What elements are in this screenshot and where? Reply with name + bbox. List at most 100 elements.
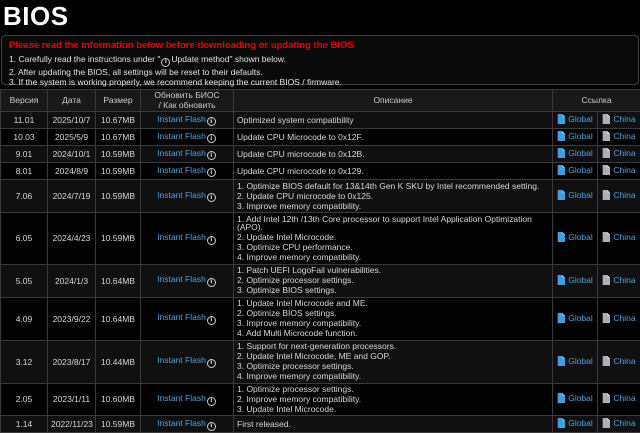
notice-line-2: 2. After updating the BIOS, all settings… <box>9 67 631 77</box>
global-download-link[interactable]: Global <box>557 114 593 124</box>
description-line: 3. Update Intel Microcode. <box>237 404 549 414</box>
global-download-link[interactable]: Global <box>557 190 593 200</box>
info-icon[interactable]: i <box>207 422 216 431</box>
global-download-link[interactable]: Global <box>557 356 593 366</box>
description-line: First released. <box>237 419 549 429</box>
description-cell: Update CPU microcode to 0x12B. <box>234 146 553 163</box>
table-row: 4.09 2023/9/22 10.64MB Instant Flashi 1.… <box>1 297 640 340</box>
china-download-link[interactable]: China <box>602 165 635 175</box>
file-download-icon-china <box>602 232 610 242</box>
bios-version: 8.01 <box>1 163 48 180</box>
global-download-cell: Global <box>553 212 598 264</box>
global-download-link[interactable]: Global <box>557 418 593 428</box>
china-download-link[interactable]: China <box>602 418 635 428</box>
info-icon[interactable]: i <box>207 117 216 126</box>
info-icon[interactable]: i <box>207 193 216 202</box>
description-cell: 1. Support for next-generation processor… <box>234 340 553 383</box>
info-icon[interactable]: i <box>207 278 216 287</box>
info-icon[interactable]: i <box>207 359 216 368</box>
china-download-link[interactable]: China <box>602 313 635 323</box>
instant-flash-link[interactable]: Instant Flash <box>157 312 206 322</box>
instant-flash-link[interactable]: Instant Flash <box>157 393 206 403</box>
china-download-link[interactable]: China <box>602 356 635 366</box>
bios-warning-notice: Please read the information below before… <box>1 35 639 85</box>
description-line: 3. Improve memory compatibility. <box>237 319 549 329</box>
description-line: 1. Patch UEFI LogoFail vulnerabilities. <box>237 266 549 276</box>
china-download-link[interactable]: China <box>602 114 635 124</box>
file-download-icon-china <box>602 148 610 158</box>
header-size: Размер <box>96 90 141 112</box>
file-download-icon-global <box>557 232 565 242</box>
global-download-link[interactable]: Global <box>557 232 593 242</box>
global-download-link[interactable]: Global <box>557 393 593 403</box>
info-icon[interactable]: i <box>207 316 216 325</box>
china-download-cell: China <box>598 180 640 213</box>
instant-flash-link[interactable]: Instant Flash <box>157 274 206 284</box>
update-method-cell: Instant Flashi <box>141 297 234 340</box>
china-download-cell: China <box>598 163 640 180</box>
bios-version: 3.12 <box>1 340 48 383</box>
file-download-icon-china <box>602 356 610 366</box>
table-row: 2.05 2023/1/11 10.60MB Instant Flashi 1.… <box>1 383 640 416</box>
instant-flash-link[interactable]: Instant Flash <box>157 232 206 242</box>
bios-date: 2024/4/23 <box>48 212 96 264</box>
header-link: Ссылка <box>553 90 640 112</box>
description-line: 3. Optimize BIOS settings. <box>237 286 549 296</box>
bios-version: 7.06 <box>1 180 48 213</box>
global-download-link[interactable]: Global <box>557 165 593 175</box>
instant-flash-link[interactable]: Instant Flash <box>157 165 206 175</box>
bios-size: 10.60MB <box>96 383 141 416</box>
description-cell: Optimized system compatibility <box>234 112 553 129</box>
china-download-cell: China <box>598 416 640 433</box>
info-icon[interactable]: i <box>207 151 216 160</box>
info-icon[interactable]: i <box>207 236 216 245</box>
global-download-cell: Global <box>553 112 598 129</box>
china-download-link[interactable]: China <box>602 148 635 158</box>
bios-size: 10.64MB <box>96 297 141 340</box>
page-title: BIOS <box>0 0 640 34</box>
global-download-link[interactable]: Global <box>557 275 593 285</box>
instant-flash-link[interactable]: Instant Flash <box>157 355 206 365</box>
bios-date: 2025/10/7 <box>48 112 96 129</box>
china-download-cell: China <box>598 212 640 264</box>
update-method-cell: Instant Flashi <box>141 112 234 129</box>
file-download-icon-china <box>602 131 610 141</box>
instant-flash-link[interactable]: Instant Flash <box>157 114 206 124</box>
bios-size: 10.64MB <box>96 264 141 297</box>
file-download-icon-global <box>557 313 565 323</box>
china-download-link[interactable]: China <box>602 190 635 200</box>
instant-flash-link[interactable]: Instant Flash <box>157 418 206 428</box>
bios-date: 2024/1/3 <box>48 264 96 297</box>
china-download-link[interactable]: China <box>602 393 635 403</box>
china-download-link[interactable]: China <box>602 275 635 285</box>
table-row: 10.03 2025/5/9 10.67MB Instant Flashi Up… <box>1 129 640 146</box>
bios-date: 2024/7/19 <box>48 180 96 213</box>
description-line: 2. Improve memory compatibility. <box>237 395 549 405</box>
instant-flash-link[interactable]: Instant Flash <box>157 148 206 158</box>
global-download-cell: Global <box>553 264 598 297</box>
description-line: 1. Optimize BIOS default for 13&14th Gen… <box>237 181 549 191</box>
table-header-row: Версия Дата Размер Обновить БИОС / Как о… <box>1 90 640 112</box>
file-download-icon-global <box>557 418 565 428</box>
info-icon[interactable]: i <box>207 397 216 406</box>
china-download-cell: China <box>598 112 640 129</box>
description-cell: Update CPU Microcode to 0x12F. <box>234 129 553 146</box>
file-download-icon-global <box>557 356 565 366</box>
instant-flash-link[interactable]: Instant Flash <box>157 190 206 200</box>
notice-line-1: 1. Carefully read the instructions under… <box>9 54 631 67</box>
instant-flash-link[interactable]: Instant Flash <box>157 131 206 141</box>
global-download-link[interactable]: Global <box>557 131 593 141</box>
bios-size: 10.44MB <box>96 340 141 383</box>
header-description: Описание <box>234 90 553 112</box>
description-cell: 1. Add Intel 12th /13th Core processor t… <box>234 212 553 264</box>
china-download-link[interactable]: China <box>602 131 635 141</box>
description-line: 2. Update CPU microcode to 0x125. <box>237 191 549 201</box>
china-download-link[interactable]: China <box>602 232 635 242</box>
global-download-cell: Global <box>553 180 598 213</box>
global-download-link[interactable]: Global <box>557 313 593 323</box>
info-icon[interactable]: i <box>207 134 216 143</box>
global-download-link[interactable]: Global <box>557 148 593 158</box>
info-icon[interactable]: i <box>207 168 216 177</box>
description-line: 2. Optimize processor settings. <box>237 276 549 286</box>
file-download-icon-china <box>602 165 610 175</box>
